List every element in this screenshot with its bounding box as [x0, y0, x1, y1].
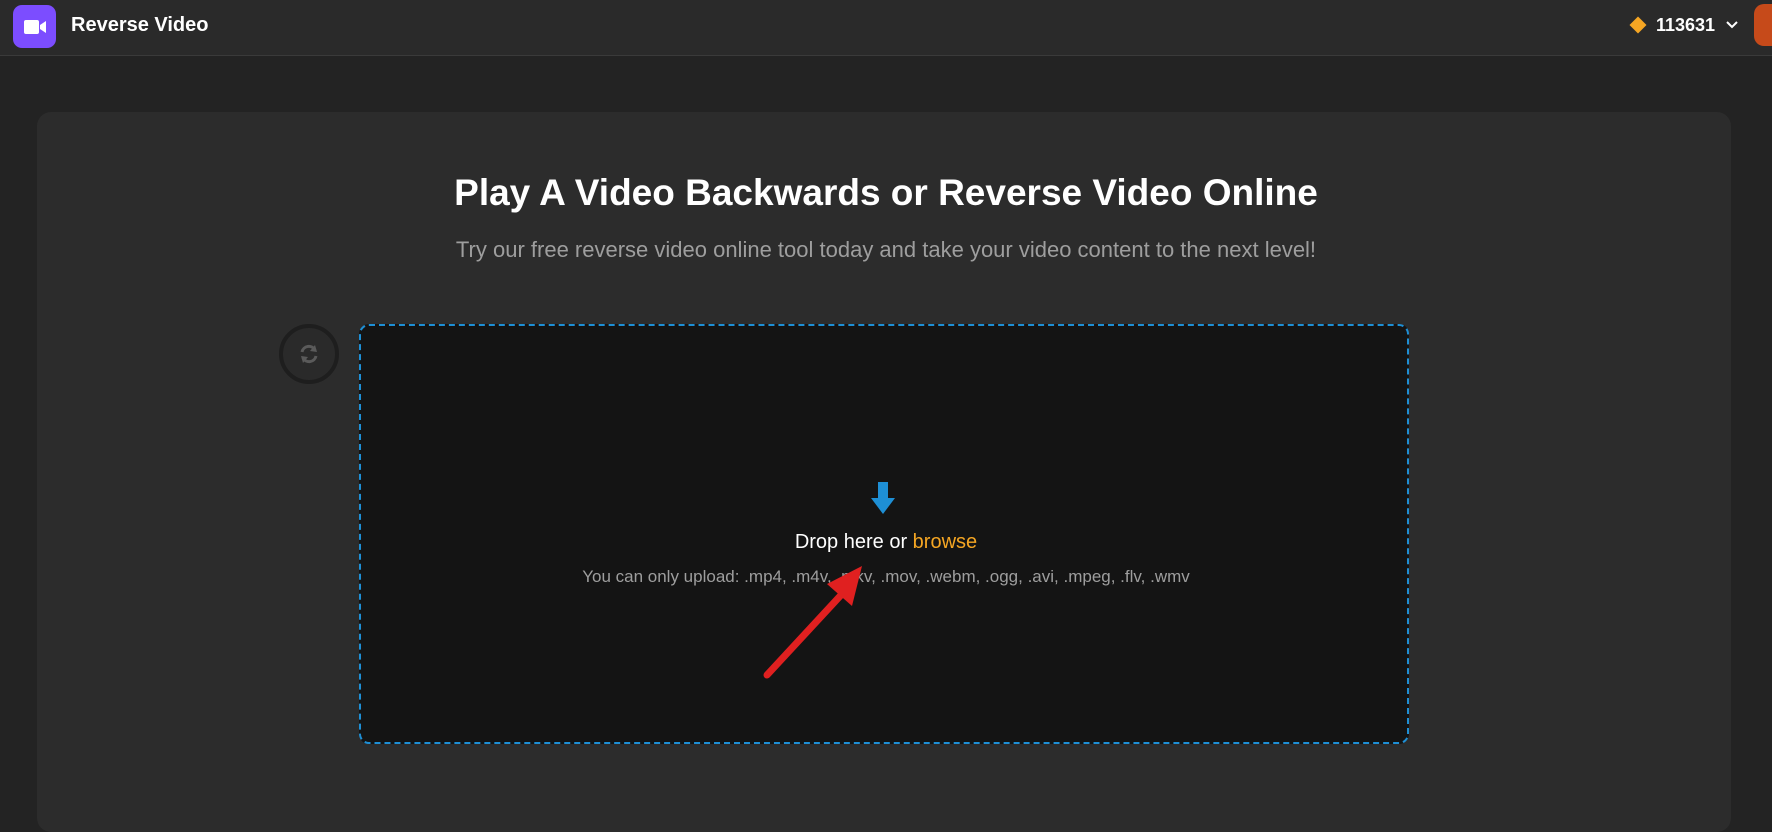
- page-title: Play A Video Backwards or Reverse Video …: [454, 172, 1318, 213]
- chevron-down-icon[interactable]: [1723, 15, 1741, 33]
- video-camera-icon[interactable]: [13, 5, 56, 48]
- avatar[interactable]: [1754, 4, 1772, 46]
- top-bar: Reverse Video 113631: [0, 0, 1772, 56]
- download-arrow-icon: [871, 482, 895, 514]
- allowed-formats: You can only upload: .mp4, .m4v, .mkv, .…: [582, 567, 1190, 586]
- app-title: Reverse Video: [71, 14, 209, 36]
- page-subtitle: Try our free reverse video online tool t…: [455, 237, 1317, 262]
- drop-instruction: Drop here or browse: [0, 531, 1772, 554]
- drop-text: Drop here or: [794, 531, 913, 553]
- credits-dropdown[interactable]: 113631: [1629, 0, 1772, 50]
- refresh-button[interactable]: [279, 324, 339, 384]
- diamond-icon: [1629, 16, 1647, 34]
- credits-value: 113631: [1656, 15, 1716, 35]
- refresh-icon: [300, 344, 318, 364]
- browse-link[interactable]: browse: [913, 531, 977, 553]
